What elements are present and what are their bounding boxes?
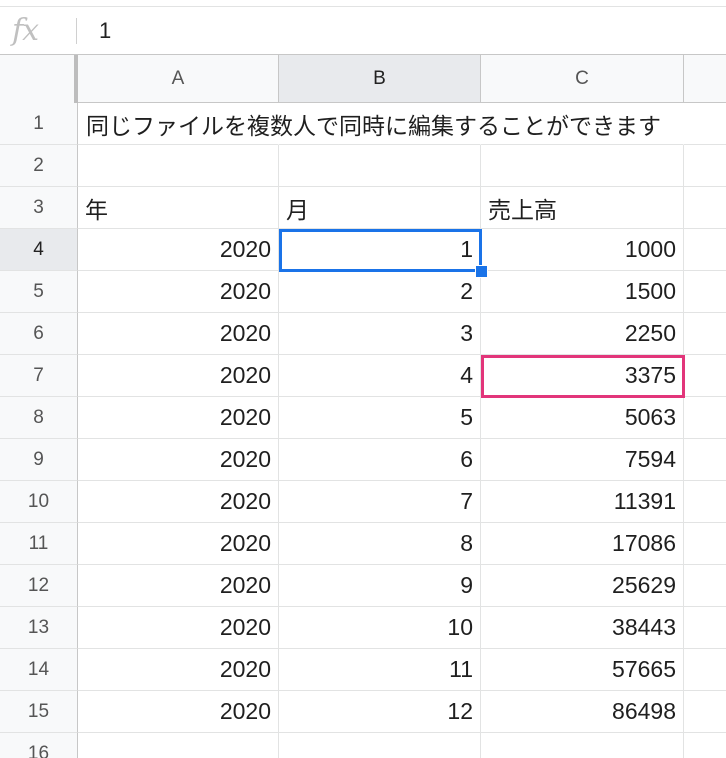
cell-c5[interactable]: 1500 bbox=[481, 271, 684, 313]
cell-b10[interactable]: 7 bbox=[279, 481, 481, 523]
select-all-corner[interactable] bbox=[0, 55, 78, 107]
cell-a4[interactable]: 2020 bbox=[78, 229, 279, 271]
row-header-6[interactable]: 6 bbox=[0, 313, 78, 355]
row-header-1[interactable]: 1 bbox=[0, 103, 78, 145]
cell-d12[interactable] bbox=[684, 565, 726, 607]
row-header-2[interactable]: 2 bbox=[0, 145, 78, 187]
cell-d1[interactable] bbox=[684, 103, 726, 145]
cell-c7[interactable]: 3375 bbox=[481, 355, 684, 397]
cell-a6[interactable]: 2020 bbox=[78, 313, 279, 355]
cell-b8[interactable]: 5 bbox=[279, 397, 481, 439]
cell-a13[interactable]: 2020 bbox=[78, 607, 279, 649]
row-header-13[interactable]: 13 bbox=[0, 607, 78, 649]
cell-b4[interactable]: 1 bbox=[279, 229, 481, 271]
cell-d6[interactable] bbox=[684, 313, 726, 355]
cell-b9[interactable]: 6 bbox=[279, 439, 481, 481]
cell-d8[interactable] bbox=[684, 397, 726, 439]
cell-c14[interactable]: 57665 bbox=[481, 649, 684, 691]
cell-a3[interactable]: 年 bbox=[78, 187, 279, 229]
cell-b6[interactable]: 3 bbox=[279, 313, 481, 355]
cell-a16[interactable] bbox=[78, 733, 279, 758]
cell-d5[interactable] bbox=[684, 271, 726, 313]
column-header-a[interactable]: A bbox=[78, 55, 279, 103]
cell-d15[interactable] bbox=[684, 691, 726, 733]
row-header-15[interactable]: 15 bbox=[0, 691, 78, 733]
cell-a11[interactable]: 2020 bbox=[78, 523, 279, 565]
cell-c8[interactable]: 5063 bbox=[481, 397, 684, 439]
cell-d10[interactable] bbox=[684, 481, 726, 523]
row-header-7[interactable]: 7 bbox=[0, 355, 78, 397]
row-header-4[interactable]: 4 bbox=[0, 229, 78, 271]
cell-c2[interactable] bbox=[481, 145, 684, 187]
column-header-b[interactable]: B bbox=[279, 55, 481, 103]
cell-b13[interactable]: 10 bbox=[279, 607, 481, 649]
cell-c13[interactable]: 38443 bbox=[481, 607, 684, 649]
cell-a15[interactable]: 2020 bbox=[78, 691, 279, 733]
cell-d14[interactable] bbox=[684, 649, 726, 691]
fill-handle[interactable] bbox=[475, 265, 488, 278]
cell-b11[interactable]: 8 bbox=[279, 523, 481, 565]
row-header-9[interactable]: 9 bbox=[0, 439, 78, 481]
cell-b12[interactable]: 9 bbox=[279, 565, 481, 607]
cell-c9[interactable]: 7594 bbox=[481, 439, 684, 481]
cell-a2[interactable] bbox=[78, 145, 279, 187]
cell-d13[interactable] bbox=[684, 607, 726, 649]
row-header-16[interactable]: 16 bbox=[0, 733, 78, 758]
cell-d16[interactable] bbox=[684, 733, 726, 758]
title-text: 同じファイルを複数人で同時に編集することができます bbox=[86, 113, 661, 139]
cell-c16[interactable] bbox=[481, 733, 684, 758]
cell-c10[interactable]: 11391 bbox=[481, 481, 684, 523]
cell-d7[interactable] bbox=[684, 355, 726, 397]
cell-a8[interactable]: 2020 bbox=[78, 397, 279, 439]
cell-b7[interactable]: 4 bbox=[279, 355, 481, 397]
cell-b2[interactable] bbox=[279, 145, 481, 187]
cell-d9[interactable] bbox=[684, 439, 726, 481]
column-header-c[interactable]: C bbox=[481, 55, 684, 103]
row-header-8[interactable]: 8 bbox=[0, 397, 78, 439]
row-header-11[interactable]: 11 bbox=[0, 523, 78, 565]
cell-b14[interactable]: 11 bbox=[279, 649, 481, 691]
top-edge bbox=[0, 0, 726, 7]
cell-c6[interactable]: 2250 bbox=[481, 313, 684, 355]
cell-a10[interactable]: 2020 bbox=[78, 481, 279, 523]
cell-d11[interactable] bbox=[684, 523, 726, 565]
row-header-14[interactable]: 14 bbox=[0, 649, 78, 691]
fx-icon: fx bbox=[12, 13, 39, 48]
cell-c11[interactable]: 17086 bbox=[481, 523, 684, 565]
cell-c3[interactable]: 売上高 bbox=[481, 187, 684, 229]
cell-a7[interactable]: 2020 bbox=[78, 355, 279, 397]
cell-c15[interactable]: 86498 bbox=[481, 691, 684, 733]
column-header-d[interactable] bbox=[684, 55, 726, 103]
cell-a5[interactable]: 2020 bbox=[78, 271, 279, 313]
spreadsheet-grid: A B C 1 2 3 4 5 6 7 8 9 10 11 12 13 14 1… bbox=[0, 55, 726, 758]
cell-a12[interactable]: 2020 bbox=[78, 565, 279, 607]
cell-b15[interactable]: 12 bbox=[279, 691, 481, 733]
cell-d2[interactable] bbox=[684, 145, 726, 187]
row-header-12[interactable]: 12 bbox=[0, 565, 78, 607]
formula-separator bbox=[76, 18, 77, 44]
cell-b16[interactable] bbox=[279, 733, 481, 758]
row-header-5[interactable]: 5 bbox=[0, 271, 78, 313]
cell-a14[interactable]: 2020 bbox=[78, 649, 279, 691]
row-header-3[interactable]: 3 bbox=[0, 187, 78, 229]
cell-b5[interactable]: 2 bbox=[279, 271, 481, 313]
row-header-10[interactable]: 10 bbox=[0, 481, 78, 523]
cell-d4[interactable] bbox=[684, 229, 726, 271]
cell-a9[interactable]: 2020 bbox=[78, 439, 279, 481]
cell-c4[interactable]: 1000 bbox=[481, 229, 684, 271]
formula-input[interactable]: 1 bbox=[99, 18, 111, 44]
formula-bar: fx 1 bbox=[0, 7, 726, 55]
cell-d3[interactable] bbox=[684, 187, 726, 229]
cell-b3[interactable]: 月 bbox=[279, 187, 481, 229]
cell-c12[interactable]: 25629 bbox=[481, 565, 684, 607]
